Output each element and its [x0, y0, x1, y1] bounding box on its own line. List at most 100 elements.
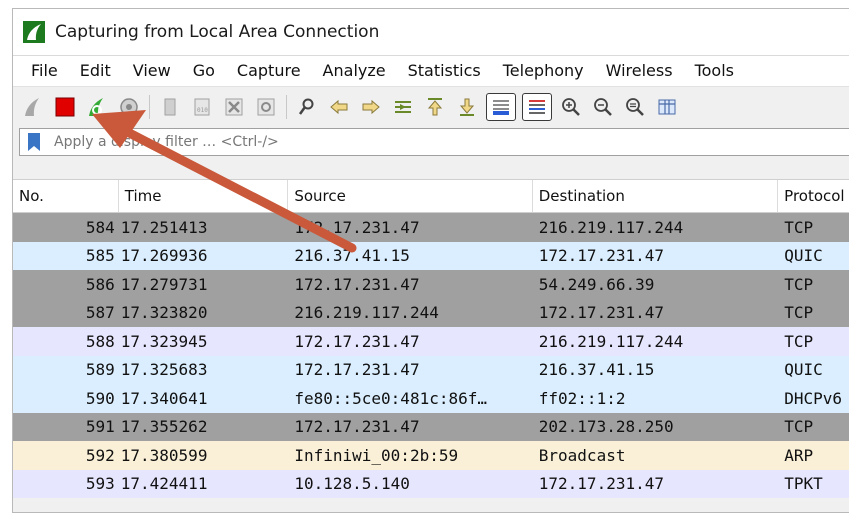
- capture-options-button[interactable]: [116, 94, 142, 120]
- open-file-icon: [164, 98, 176, 116]
- zoom-in-icon: [562, 98, 580, 116]
- cell-no: 590: [85, 388, 115, 408]
- cell-protocol: TCP: [784, 417, 814, 437]
- resize-columns-button[interactable]: [654, 94, 680, 120]
- cell-source: 172.17.231.47: [294, 331, 420, 351]
- go-back-button[interactable]: [326, 94, 352, 120]
- menu-statistics[interactable]: Statistics: [397, 56, 492, 86]
- first-packet-button[interactable]: [422, 94, 448, 120]
- capture-options-icon: [120, 98, 138, 116]
- last-packet-button[interactable]: [454, 94, 480, 120]
- first-packet-icon: [427, 98, 443, 116]
- stop-capture-icon: [55, 97, 75, 117]
- go-forward-button[interactable]: [358, 94, 384, 120]
- close-file-button[interactable]: [221, 94, 247, 120]
- cell-time: 17.340641: [120, 388, 208, 408]
- save-file-icon: 010: [194, 98, 210, 116]
- cell-no: 593: [85, 474, 115, 494]
- cell-protocol: QUIC: [784, 360, 823, 380]
- table-row[interactable]: 592 17.380599 Infiniwi_00:2b:59 Broadcast AR…: [13, 441, 849, 470]
- cell-destination: 216.219.117.244: [538, 217, 684, 237]
- toolbar-separator: [149, 95, 150, 119]
- cell-destination: 54.249.66.39: [538, 274, 655, 294]
- packet-list: No. Time Source Destination Protocol 584…: [13, 179, 849, 498]
- column-header-destination[interactable]: Destination: [533, 180, 779, 212]
- column-header-time[interactable]: Time: [119, 180, 289, 212]
- window-title: Capturing from Local Area Connection: [55, 22, 380, 42]
- cell-protocol: QUIC: [784, 246, 823, 266]
- menu-capture[interactable]: Capture: [226, 56, 312, 86]
- cell-time: 17.323945: [120, 331, 208, 351]
- resize-columns-icon: [658, 99, 676, 115]
- cell-source: fe80::5ce0:481c:86f…: [294, 388, 487, 408]
- cell-destination: 216.219.117.244: [538, 331, 684, 351]
- cell-destination: ff02::1:2: [538, 388, 626, 408]
- menu-file[interactable]: File: [13, 56, 69, 86]
- find-packet-icon: [298, 98, 314, 115]
- cell-no: 591: [85, 417, 115, 437]
- cell-destination: Broadcast: [538, 445, 626, 465]
- cell-time: 17.355262: [120, 417, 208, 437]
- start-capture-button[interactable]: [20, 94, 46, 120]
- menu-telephony[interactable]: Telephony: [492, 56, 595, 86]
- cell-protocol: TCP: [784, 303, 814, 323]
- colorize-button[interactable]: [522, 93, 552, 121]
- menu-edit[interactable]: Edit: [69, 56, 122, 86]
- menu-analyze[interactable]: Analyze: [312, 56, 397, 86]
- stop-capture-button[interactable]: [52, 94, 78, 120]
- wireshark-fin-icon: [23, 21, 45, 43]
- bookmark-icon[interactable]: [24, 131, 44, 153]
- normal-size-button[interactable]: [622, 94, 648, 120]
- save-file-button[interactable]: 010: [189, 94, 215, 120]
- cell-source: 172.17.231.47: [294, 217, 420, 237]
- display-filter-input[interactable]: [52, 133, 656, 151]
- table-row[interactable]: 589 17.325683 172.17.231.47 216.37.41.15 QUI…: [13, 355, 849, 384]
- cell-source: 216.219.117.244: [294, 303, 439, 323]
- table-row[interactable]: 590 17.340641 fe80::5ce0:481c:86f… ff02::1:…: [13, 384, 849, 413]
- cell-no: 584: [85, 217, 115, 237]
- cell-source: 172.17.231.47: [294, 274, 420, 294]
- cell-protocol: TCP: [784, 217, 814, 237]
- column-header-source[interactable]: Source: [288, 180, 533, 212]
- go-forward-icon: [362, 99, 380, 115]
- table-row[interactable]: 585 17.269936 216.37.41.15 172.17.231.47 QUI…: [13, 241, 849, 270]
- go-to-packet-icon: [395, 101, 411, 113]
- table-row[interactable]: 591 17.355262 172.17.231.47 202.173.28.250 T…: [13, 412, 849, 441]
- start-capture-icon: [25, 98, 39, 116]
- column-header-no[interactable]: No.: [13, 180, 119, 212]
- restart-capture-button[interactable]: [84, 94, 110, 120]
- svg-text:010: 010: [197, 107, 208, 114]
- menu-tools[interactable]: Tools: [684, 56, 745, 86]
- zoom-out-icon: [594, 98, 612, 116]
- open-file-button[interactable]: [157, 94, 183, 120]
- cell-source: 216.37.41.15: [294, 246, 410, 266]
- zoom-out-button[interactable]: [590, 94, 616, 120]
- menu-view[interactable]: View: [122, 56, 182, 86]
- menu-wireless[interactable]: Wireless: [595, 56, 684, 86]
- find-packet-button[interactable]: [294, 94, 320, 120]
- cell-destination: 172.17.231.47: [538, 474, 664, 494]
- autoscroll-button[interactable]: [486, 93, 516, 121]
- go-to-packet-button[interactable]: [390, 94, 416, 120]
- table-row[interactable]: 587 17.323820 216.219.117.244 172.17.231.47…: [13, 298, 849, 327]
- display-filter-box: [19, 128, 849, 156]
- cell-no: 587: [85, 303, 115, 323]
- cell-source: 172.17.231.47: [294, 360, 420, 380]
- table-row[interactable]: 584 17.251413 172.17.231.47 216.219.117.244…: [13, 213, 849, 242]
- table-row[interactable]: 586 17.279731 172.17.231.47 54.249.66.39 TCP: [13, 270, 849, 299]
- reload-file-button[interactable]: [253, 94, 279, 120]
- go-back-icon: [330, 99, 348, 115]
- menu-go[interactable]: Go: [182, 56, 226, 86]
- table-row[interactable]: 593 17.424411 10.128.5.140 172.17.231.47 TPK…: [13, 469, 849, 498]
- colorize-icon: [529, 100, 545, 114]
- table-row[interactable]: 588 17.323945 172.17.231.47 216.219.117.244…: [13, 327, 849, 356]
- title-bar: Capturing from Local Area Connection: [13, 9, 849, 56]
- packet-list-body: 584 17.251413 172.17.231.47 216.219.117.244…: [13, 213, 849, 498]
- column-header-protocol[interactable]: Protocol: [778, 180, 849, 212]
- cell-protocol: TCP: [784, 331, 814, 351]
- zoom-in-button[interactable]: [558, 94, 584, 120]
- cell-destination: 172.17.231.47: [538, 246, 664, 266]
- cell-source: Infiniwi_00:2b:59: [294, 445, 459, 465]
- reload-file-icon: [257, 98, 275, 116]
- cell-time: 17.251413: [120, 217, 208, 237]
